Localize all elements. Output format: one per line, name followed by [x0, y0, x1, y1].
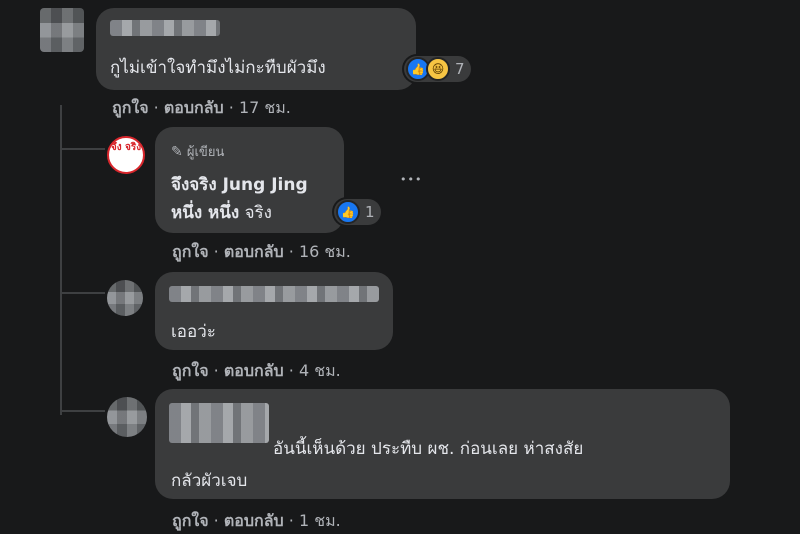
comment-text: เออว่ะ: [171, 322, 216, 342]
author-name-redacted[interactable]: [169, 403, 269, 443]
like-button[interactable]: ถูกใจ: [172, 361, 209, 380]
comment-bubble: เออว่ะ: [155, 272, 393, 350]
comment-text-line1: อันนี้เห็นด้วย ประทืบ ผช. ก่อนเลย ห่าสงส…: [273, 439, 584, 459]
avatar[interactable]: [107, 397, 147, 437]
comment-bubble: อันนี้เห็นด้วย ประทืบ ผช. ก่อนเลย ห่าสงส…: [155, 389, 730, 499]
reaction-count: 7: [455, 60, 465, 78]
author-name-redacted[interactable]: [110, 20, 220, 36]
comment-bubble: กูไม่เข้าใจทำมึงไม่กะทืบผัวมึง: [96, 8, 416, 90]
author-name-redacted[interactable]: [169, 286, 379, 302]
thread-line: [60, 105, 62, 415]
timestamp[interactable]: 1 ชม.: [299, 511, 341, 530]
comment-actions: ถูกใจ · ตอบกลับ · 16 ชม.: [172, 242, 351, 261]
avatar[interactable]: [107, 280, 143, 316]
comment-text: กูไม่เข้าใจทำมึงไม่กะทืบผัวมึง: [110, 58, 326, 78]
thread-branch: [60, 148, 105, 150]
like-button[interactable]: ถูกใจ: [172, 511, 209, 530]
comment-actions: ถูกใจ · ตอบกลับ · 1 ชม.: [172, 511, 341, 530]
reply-button[interactable]: ตอบกลับ: [224, 361, 284, 380]
comment-actions: ถูกใจ · ตอบกลับ · 4 ชม.: [172, 361, 341, 380]
reply-button[interactable]: ตอบกลับ: [224, 242, 284, 261]
timestamp[interactable]: 4 ชม.: [299, 361, 341, 380]
like-button[interactable]: ถูกใจ: [112, 98, 149, 117]
pencil-icon: ✎: [171, 144, 183, 160]
reaction-summary[interactable]: 👍 1: [334, 199, 381, 225]
thread-branch: [60, 292, 105, 294]
author-avatar[interactable]: จึง จริง: [107, 136, 145, 174]
timestamp[interactable]: 16 ชม.: [299, 242, 351, 261]
reply-button[interactable]: ตอบกลับ: [164, 98, 224, 117]
like-button[interactable]: ถูกใจ: [172, 242, 209, 261]
reaction-summary[interactable]: 👍 😆 7: [404, 56, 471, 82]
comment-actions: ถูกใจ · ตอบกลับ · 17 ชม.: [112, 98, 291, 117]
like-icon: 👍: [336, 200, 360, 224]
mention-bold: หนึ่ง หนึ่ง: [171, 203, 240, 223]
reaction-count: 1: [365, 203, 375, 221]
author-name[interactable]: จึงจริง Jung Jing: [171, 171, 308, 198]
more-options-icon[interactable]: •••: [400, 173, 422, 186]
comment-text-line2: กลัวผัวเจบ: [171, 471, 248, 491]
timestamp[interactable]: 17 ชม.: [239, 98, 291, 117]
comment-text: หนึ่ง หนึ่ง จริง: [171, 203, 272, 223]
reply-button[interactable]: ตอบกลับ: [224, 511, 284, 530]
author-badge: ✎ ผู้เขียน: [171, 144, 225, 160]
comment-bubble: ✎ ผู้เขียน จึงจริง Jung Jing หนึ่ง หนึ่ง…: [155, 127, 344, 233]
avatar[interactable]: [40, 8, 84, 52]
haha-icon: 😆: [426, 57, 450, 81]
thread-branch: [60, 410, 105, 412]
